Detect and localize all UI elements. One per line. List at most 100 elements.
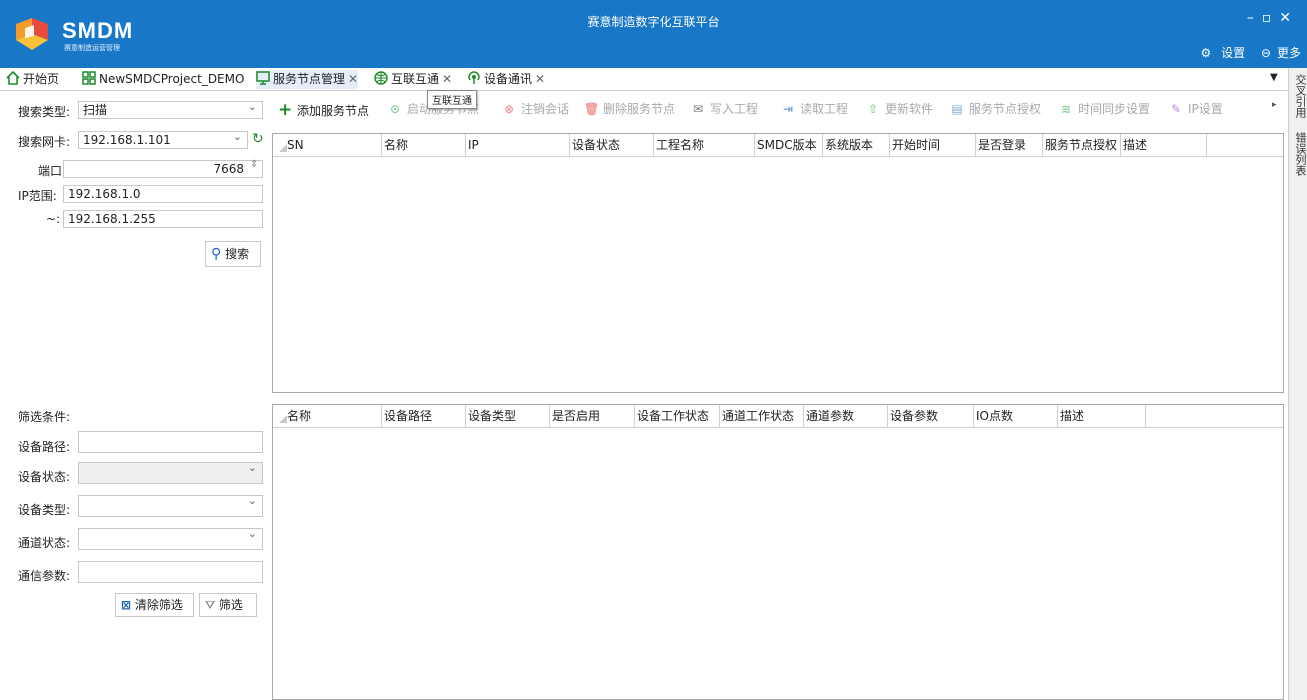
tab-close-icon[interactable]: ✕ xyxy=(535,72,545,86)
tab-service-node-management[interactable]: 服务节点管理 ✕ xyxy=(256,70,359,89)
channel-status-label: 通道状态: xyxy=(18,536,71,550)
tab-start-page[interactable]: 开始页 xyxy=(6,70,59,89)
comm-params-input[interactable] xyxy=(78,561,263,583)
column-header[interactable]: 通道工作状态 xyxy=(720,405,804,427)
column-header[interactable]: 名称 xyxy=(285,405,382,427)
column-header[interactable]: 设备状态 xyxy=(570,134,654,156)
more-label: 更多 xyxy=(1276,46,1301,60)
search-icon: ⚲ xyxy=(211,246,222,262)
more-button[interactable]: ⊖ 更多 xyxy=(1255,46,1301,60)
tab-label: 设备通讯 xyxy=(484,72,533,86)
column-header[interactable]: 通道参数 xyxy=(804,405,888,427)
read-icon: ⇥ xyxy=(782,102,794,116)
tool-label: IP设置 xyxy=(1188,102,1223,116)
error-list-tab[interactable]: 错误列表 xyxy=(1292,132,1307,176)
search-type-select[interactable]: 扫描 xyxy=(78,99,263,119)
column-header[interactable]: 名称 xyxy=(382,134,466,156)
tab-project[interactable]: NewSMDCProject_DEMO xyxy=(82,70,244,89)
spinner-icon[interactable]: ⇕ xyxy=(250,159,258,170)
ip-end-input[interactable]: 192.168.1.255 xyxy=(63,210,263,228)
column-header[interactable]: 描述 xyxy=(1121,134,1207,156)
toolbar-overflow-icon[interactable]: ▸ xyxy=(1272,100,1277,110)
column-header[interactable]: 设备路径 xyxy=(382,405,466,427)
service-node-table-header: SN 名称 IP 设备状态 工程名称 SMDC版本 系统版本 开始时间 是否登录… xyxy=(273,134,1283,157)
comm-params-label: 通信参数: xyxy=(18,569,71,583)
device-table[interactable]: 名称 设备路径 设备类型 是否启用 设备工作状态 通道工作状态 通道参数 设备参… xyxy=(272,404,1284,700)
maximize-icon[interactable]: ▫ xyxy=(1262,10,1280,26)
top-menu: ⚙ 设置 ⊖ 更多 xyxy=(1188,44,1301,61)
refresh-icon[interactable]: ↻ xyxy=(252,131,264,147)
home-icon xyxy=(6,71,20,85)
ip-range-label: IP范围: xyxy=(18,189,57,203)
delete-service-node-button[interactable]: 🗑 删除服务节点 xyxy=(584,100,675,117)
title-bar: SMDM 赛意制造运营管理 赛意制造数字化互联平台 –▫✕ ⚙ 设置 ⊖ 更多 xyxy=(0,0,1307,68)
settings-label: 设置 xyxy=(1221,46,1246,60)
write-icon: ✉ xyxy=(692,102,704,116)
tab-interconnect[interactable]: 互联互通 ✕ xyxy=(374,70,452,89)
gear-icon: ⚙ xyxy=(1200,46,1212,60)
tab-device-comm[interactable]: 设备通讯 ✕ xyxy=(467,70,545,89)
service-node-auth-button[interactable]: ▤ 服务节点授权 xyxy=(950,100,1041,117)
column-header[interactable]: SMDC版本 xyxy=(755,134,823,156)
right-dock-panel: 交叉引用 错误列表 xyxy=(1288,68,1307,700)
column-header[interactable]: SN xyxy=(285,134,382,156)
device-type-label: 设备类型: xyxy=(18,503,71,517)
add-service-node-button[interactable]: + 添加服务节点 xyxy=(278,100,369,120)
clear-filter-button[interactable]: ⊠ 清除筛选 xyxy=(115,593,194,617)
device-type-select[interactable] xyxy=(78,493,263,517)
service-node-table[interactable]: SN 名称 IP 设备状态 工程名称 SMDC版本 系统版本 开始时间 是否登录… xyxy=(272,133,1284,393)
tab-tooltip: 互联互通 xyxy=(427,90,477,109)
column-header[interactable]: 开始时间 xyxy=(890,134,976,156)
tool-label: 服务节点授权 xyxy=(969,102,1042,116)
tab-close-icon[interactable]: ✕ xyxy=(348,72,358,86)
search-button[interactable]: ⚲ 搜索 xyxy=(205,241,261,267)
close-icon[interactable]: ✕ xyxy=(1279,10,1299,26)
column-header[interactable]: 设备类型 xyxy=(466,405,550,427)
read-project-button[interactable]: ⇥ 读取工程 xyxy=(781,100,848,117)
column-header[interactable]: 设备工作状态 xyxy=(635,405,720,427)
cross-reference-tab[interactable]: 交叉引用 xyxy=(1292,74,1307,118)
column-header[interactable]: 工程名称 xyxy=(654,134,755,156)
play-icon: ⊙ xyxy=(389,102,401,116)
port-input[interactable]: 7668 xyxy=(63,160,263,178)
tool-label: 时间同步设置 xyxy=(1078,102,1151,116)
pencil-icon: ✎ xyxy=(1170,102,1182,116)
filter-button[interactable]: ⛛ 筛选 xyxy=(199,593,257,617)
minimize-icon[interactable]: – xyxy=(1247,10,1262,26)
toolbar: + 添加服务节点 ⊙ 启动服务节点 ⊗ 注销会话 🗑 删除服务节点 ✉ 写入工程 ⇥ 读取工… xyxy=(272,98,1286,122)
tool-label: 写入工程 xyxy=(710,102,759,116)
tab-label: 服务节点管理 xyxy=(273,72,346,86)
ip-start-input[interactable]: 192.168.1.0 xyxy=(63,185,263,203)
write-project-button[interactable]: ✉ 写入工程 xyxy=(691,100,758,117)
device-path-input[interactable] xyxy=(78,431,263,453)
device-table-header: 名称 设备路径 设备类型 是否启用 设备工作状态 通道工作状态 通道参数 设备参… xyxy=(273,405,1283,428)
logout-session-button[interactable]: ⊗ 注销会话 xyxy=(502,100,569,117)
upload-icon: ⇧ xyxy=(867,102,879,116)
tab-overflow-icon[interactable]: ▼ xyxy=(1270,72,1278,83)
tool-label: 删除服务节点 xyxy=(603,102,676,116)
tab-close-icon[interactable]: ✕ xyxy=(442,72,452,86)
update-software-button[interactable]: ⇧ 更新软件 xyxy=(866,100,933,117)
grid-icon xyxy=(82,71,96,85)
port-label: 端口: xyxy=(38,164,67,178)
channel-status-select[interactable] xyxy=(78,526,263,550)
ip-settings-button[interactable]: ✎ IP设置 xyxy=(1169,100,1223,117)
column-header[interactable]: 是否启用 xyxy=(550,405,635,427)
search-nic-select[interactable]: 192.168.1.101 xyxy=(78,129,248,149)
column-header[interactable]: 是否登录 xyxy=(976,134,1043,156)
column-header[interactable]: 设备参数 xyxy=(888,405,974,427)
column-header[interactable]: 服务节点授权 xyxy=(1043,134,1121,156)
column-header[interactable]: 描述 xyxy=(1058,405,1146,427)
column-header[interactable]: IO点数 xyxy=(974,405,1058,427)
time-sync-settings-button[interactable]: ≋ 时间同步设置 xyxy=(1059,100,1150,117)
plus-icon: + xyxy=(278,100,293,120)
cancel-icon: ⊗ xyxy=(503,102,515,116)
tab-label: 互联互通 xyxy=(391,72,440,86)
document-tab-bar: 开始页 NewSMDCProject_DEMO 服务节点管理 ✕ 互联互通 ✕ 设备… xyxy=(0,68,1288,91)
settings-button[interactable]: ⚙ 设置 xyxy=(1194,46,1245,60)
auth-icon: ▤ xyxy=(951,102,963,116)
column-header[interactable]: IP xyxy=(466,134,570,156)
column-header[interactable]: 系统版本 xyxy=(823,134,890,156)
device-status-select[interactable] xyxy=(78,460,263,484)
device-status-label: 设备状态: xyxy=(18,470,71,484)
